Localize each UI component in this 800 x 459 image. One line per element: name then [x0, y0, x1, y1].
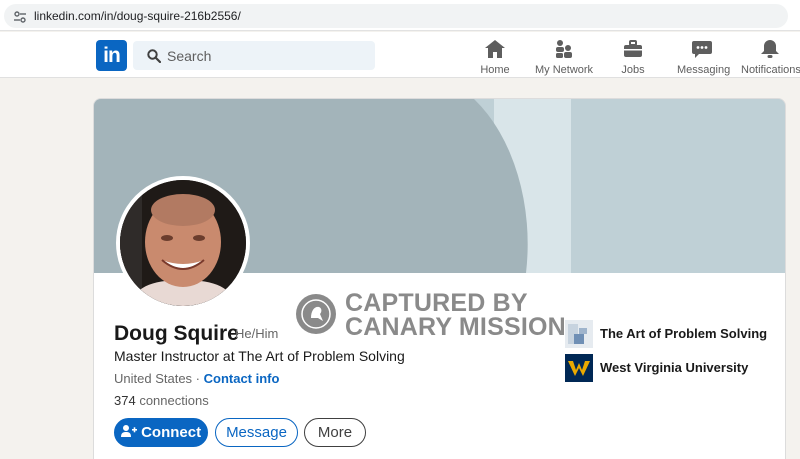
nav-my-network-label: My Network — [535, 64, 594, 76]
location-separator: · — [192, 371, 204, 386]
experience-name: The Art of Problem Solving — [600, 326, 768, 341]
location-text: United States — [114, 371, 193, 386]
url-text: linkedin.com/in/doug-squire-216b2556/ — [34, 9, 241, 23]
profile-name: Doug Squire — [114, 322, 239, 345]
connections-number: 374 — [114, 393, 136, 408]
people-icon — [556, 40, 572, 58]
nav-home[interactable]: Home — [480, 37, 510, 76]
briefcase-icon — [624, 40, 642, 57]
connect-label: Connect — [141, 424, 202, 441]
nav-messaging-label: Messaging — [677, 64, 731, 76]
home-icon — [485, 40, 505, 58]
nav-notifications-label: Notifications — [741, 64, 800, 76]
nav-jobs-label: Jobs — [621, 64, 645, 76]
nav-home-label: Home — [480, 64, 510, 76]
profile-pronouns: He/Him — [235, 326, 279, 341]
linkedin-logo[interactable]: in — [96, 40, 127, 71]
search-icon — [147, 49, 161, 63]
nav-jobs[interactable]: Jobs — [620, 37, 646, 76]
connections-label: connections — [135, 393, 209, 408]
nav-messaging[interactable]: Messaging — [677, 37, 731, 76]
more-button[interactable]: More — [304, 418, 366, 447]
avatar-image — [120, 180, 246, 306]
education-name: West Virginia University — [600, 360, 749, 375]
nav-notifications[interactable]: Notifications — [741, 37, 800, 76]
profile-photo[interactable] — [116, 176, 250, 310]
wvu-logo — [565, 354, 593, 382]
add-person-icon — [120, 425, 137, 437]
profile-headline: Master Instructor at The Art of Problem … — [114, 348, 405, 364]
search-input[interactable] — [167, 46, 357, 65]
site-settings-icon[interactable] — [13, 10, 27, 24]
canary-logo — [296, 294, 336, 334]
connections-count[interactable]: 374 connections — [114, 393, 209, 408]
nav-my-network[interactable]: My Network — [535, 37, 594, 76]
bell-icon — [761, 40, 779, 58]
message-button[interactable]: Message — [215, 418, 298, 447]
top-navigation: in Home My Network Jobs — [0, 32, 800, 78]
aops-logo — [565, 320, 593, 348]
profile-location: United States · Contact info — [114, 371, 279, 386]
url-field[interactable]: linkedin.com/in/doug-squire-216b2556/ — [4, 4, 788, 28]
watermark: CAPTURED BY CANARY MISSION — [296, 291, 566, 341]
watermark-text: CAPTURED BY CANARY MISSION — [345, 289, 566, 341]
chat-icon — [692, 41, 712, 58]
browser-address-bar: linkedin.com/in/doug-squire-216b2556/ — [0, 0, 800, 31]
search-box[interactable] — [133, 41, 375, 70]
contact-info-link[interactable]: Contact info — [204, 371, 280, 386]
connect-button[interactable]: Connect — [114, 418, 208, 447]
